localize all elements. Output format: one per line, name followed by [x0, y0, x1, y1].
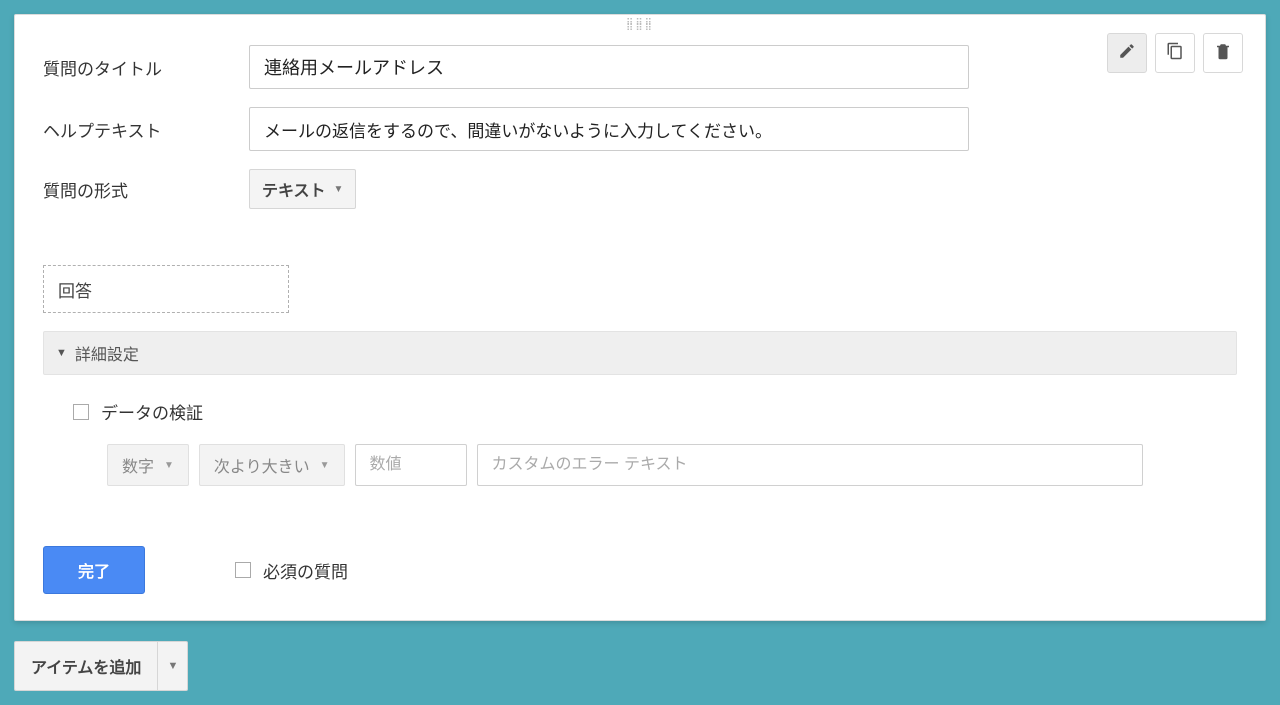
- chevron-down-icon: ▼: [320, 460, 330, 471]
- trash-icon: [1214, 42, 1232, 65]
- validation-row: 数字 ▼ 次より大きい ▼: [107, 444, 1237, 486]
- footer-row: 完了 必須の質問: [43, 546, 1237, 594]
- add-item-button[interactable]: アイテムを追加: [14, 641, 158, 691]
- validation-label-text: データの検証: [101, 399, 203, 424]
- validation-value-input[interactable]: [355, 444, 467, 486]
- validation-condition-value: 次より大きい: [214, 453, 310, 477]
- help-row: ヘルプテキスト: [43, 107, 1237, 151]
- title-input[interactable]: [249, 45, 969, 89]
- required-checkbox-label[interactable]: 必須の質問: [235, 558, 348, 583]
- type-dropdown[interactable]: テキスト ▼: [249, 169, 356, 209]
- done-button[interactable]: 完了: [43, 546, 145, 594]
- validation-checkbox[interactable]: [73, 404, 89, 420]
- duplicate-button[interactable]: [1155, 33, 1195, 73]
- required-label-text: 必須の質問: [263, 558, 348, 583]
- validation-type-dropdown[interactable]: 数字 ▼: [107, 444, 189, 486]
- title-row: 質問のタイトル: [43, 45, 1237, 89]
- add-item-button-group: アイテムを追加 ▼: [14, 641, 188, 691]
- answer-placeholder-text: 回答: [58, 277, 92, 302]
- edit-button[interactable]: [1107, 33, 1147, 73]
- delete-button[interactable]: [1203, 33, 1243, 73]
- validation-checkbox-label[interactable]: データの検証: [73, 399, 1237, 424]
- type-dropdown-value: テキスト: [262, 177, 326, 201]
- advanced-settings-toggle[interactable]: ▼ 詳細設定: [43, 331, 1237, 375]
- type-label: 質問の形式: [43, 177, 249, 202]
- question-editor-card: ⠿⠿⠿⠿⠿⠿ 質問のタイトル ヘルプテキスト: [14, 14, 1266, 621]
- caret-down-icon: ▼: [56, 347, 67, 359]
- pencil-icon: [1118, 42, 1136, 65]
- help-label: ヘルプテキスト: [43, 117, 249, 142]
- advanced-settings-label: 詳細設定: [75, 341, 139, 365]
- chevron-down-icon: ▼: [167, 660, 178, 672]
- advanced-settings-body: データの検証 数字 ▼ 次より大きい ▼: [43, 375, 1237, 498]
- chevron-down-icon: ▼: [334, 184, 344, 195]
- answer-placeholder-box: 回答: [43, 265, 289, 313]
- validation-condition-dropdown[interactable]: 次より大きい ▼: [199, 444, 345, 486]
- add-item-menu-button[interactable]: ▼: [158, 641, 188, 691]
- required-checkbox[interactable]: [235, 562, 251, 578]
- type-row: 質問の形式 テキスト ▼: [43, 169, 1237, 209]
- title-label: 質問のタイトル: [43, 55, 249, 80]
- help-input[interactable]: [249, 107, 969, 151]
- drag-grip-icon[interactable]: ⠿⠿⠿⠿⠿⠿: [626, 21, 654, 31]
- chevron-down-icon: ▼: [164, 460, 174, 471]
- validation-type-value: 数字: [122, 453, 154, 477]
- copy-icon: [1166, 42, 1184, 65]
- toolbar: [1107, 33, 1243, 73]
- add-item-row: アイテムを追加 ▼: [14, 641, 1266, 691]
- validation-error-input[interactable]: [477, 444, 1143, 486]
